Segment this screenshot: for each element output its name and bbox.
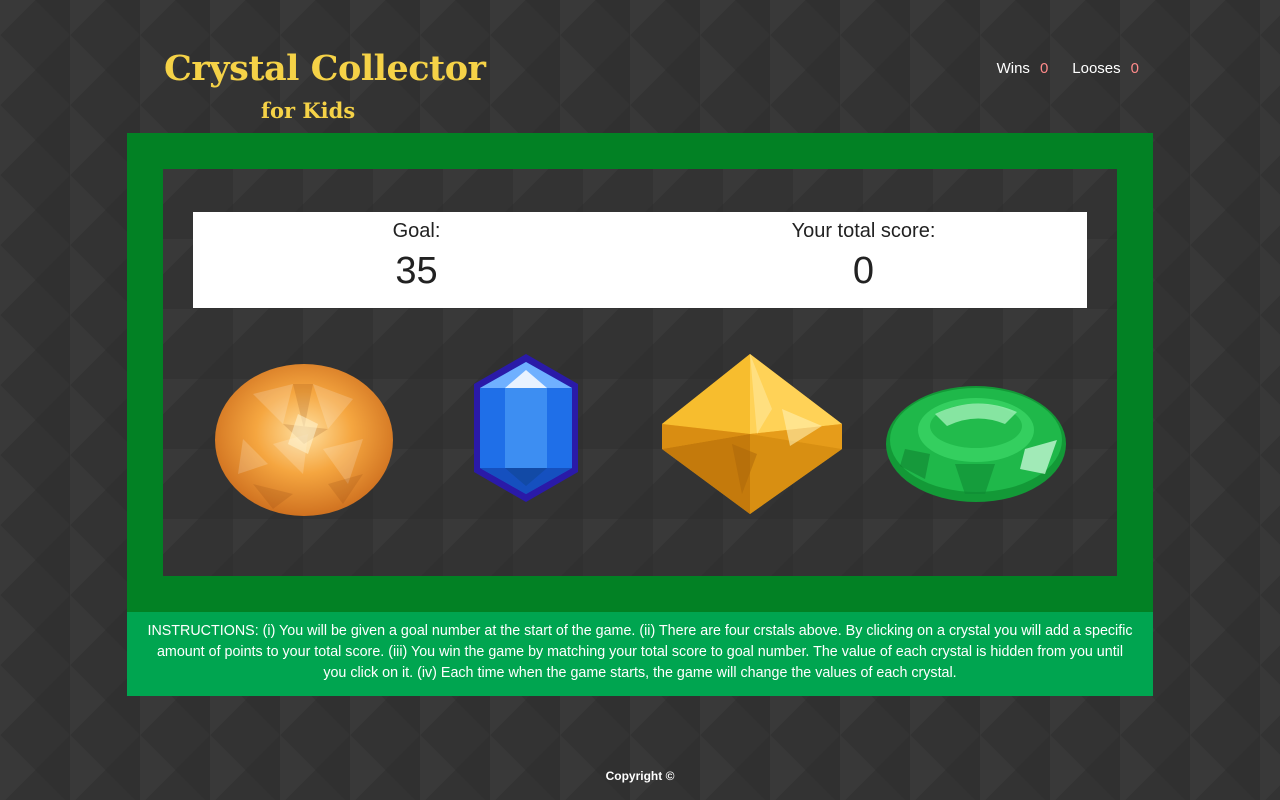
score-panel: Goal: 35 Your total score: 0 <box>193 212 1087 308</box>
game-board: Goal: 35 Your total score: 0 <box>163 169 1117 576</box>
instructions-panel: INSTRUCTIONS: (i) You will be given a go… <box>127 612 1153 696</box>
wins-counter: Wins 0 <box>997 60 1049 77</box>
green-crystal[interactable] <box>885 354 1067 524</box>
game-frame: Goal: 35 Your total score: 0 <box>127 133 1153 612</box>
losses-label: Looses <box>1072 60 1121 77</box>
game-title: Crystal Collector <box>164 48 486 89</box>
green-crystal-icon <box>886 386 1066 502</box>
total-score-label: Your total score: <box>791 220 936 242</box>
win-loss-counter: Wins 0 Looses 0 <box>997 60 1139 77</box>
goal-label: Goal: <box>392 220 441 242</box>
yellow-crystal-icon <box>662 354 842 514</box>
total-score-value: 0 <box>852 250 875 292</box>
crystal-row <box>193 354 1087 524</box>
orange-crystal[interactable] <box>213 354 395 524</box>
blue-crystal[interactable] <box>435 354 617 524</box>
goal-section: Goal: 35 <box>193 212 640 308</box>
wins-label: Wins <box>996 60 1030 77</box>
orange-crystal-icon <box>215 364 393 516</box>
game-subtitle: for Kids <box>261 98 356 123</box>
total-score-section: Your total score: 0 <box>640 212 1087 308</box>
losses-counter: Looses 0 <box>1072 60 1139 77</box>
losses-value: 0 <box>1130 60 1139 77</box>
blue-crystal-icon <box>474 354 578 502</box>
wins-value: 0 <box>1039 60 1049 77</box>
copyright-footer: Copyright © <box>605 769 675 783</box>
yellow-crystal[interactable] <box>662 354 844 524</box>
goal-value: 35 <box>395 250 438 292</box>
